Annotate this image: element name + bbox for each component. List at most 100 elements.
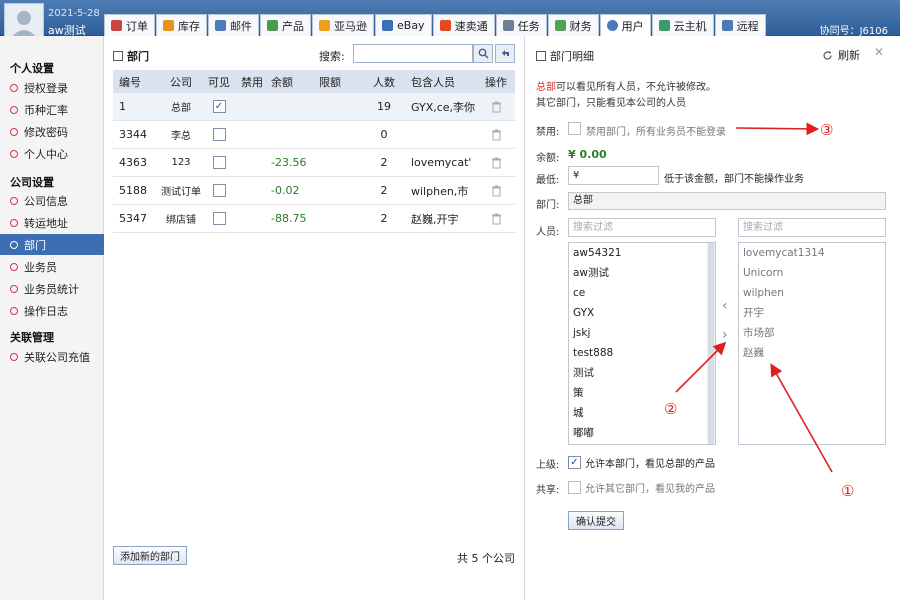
min-amount-input[interactable]: ¥ [568, 166, 659, 185]
list-item[interactable]: 策 [569, 383, 715, 403]
cell-balance: -0.02 [271, 184, 300, 197]
cell-company: 123 [171, 157, 191, 168]
list-item[interactable]: 嘟嘟 [569, 423, 715, 443]
visible-checkbox[interactable] [212, 184, 226, 198]
disable-checkbox[interactable] [568, 122, 581, 135]
list-item[interactable]: test888 [569, 343, 715, 363]
add-department-button[interactable]: 添加新的部门 [113, 546, 187, 565]
column-header[interactable]: 余额 [265, 74, 313, 90]
list-item[interactable]: wilphen [739, 283, 885, 303]
sidebar-item-department[interactable]: 部门 [0, 234, 104, 255]
delete-icon[interactable] [491, 129, 502, 141]
list-item[interactable]: jskj [569, 323, 715, 343]
list-item[interactable]: aw54321 [569, 243, 715, 263]
tab-cloud-host[interactable]: 云主机 [651, 14, 714, 36]
submit-button[interactable]: 确认提交 [568, 511, 624, 530]
tab-orders[interactable]: 订单 [104, 14, 155, 36]
panel-title: 部门明细 [536, 48, 594, 64]
sidebar-item-associated-recharge[interactable]: 关联公司充值 [0, 346, 104, 367]
move-right-arrow-icon[interactable]: › [722, 327, 728, 343]
tab-products[interactable]: 产品 [260, 14, 311, 36]
list-item[interactable]: 开宇 [739, 303, 885, 323]
visible-checkbox[interactable]: ✓ [212, 100, 226, 114]
cell-id: 1 [119, 100, 126, 113]
tab-mail[interactable]: 邮件 [208, 14, 259, 36]
close-icon[interactable]: ✕ [874, 45, 884, 59]
tab-tasks[interactable]: 任务 [495, 14, 547, 36]
column-header[interactable]: 禁用 [235, 74, 265, 90]
cell-company: 总部 [171, 103, 191, 114]
visible-checkbox[interactable] [212, 128, 226, 142]
table-row[interactable]: 4363 123 -23.56 2 lovemycat' [113, 149, 515, 177]
sidebar-item-password[interactable]: 修改密码 [0, 121, 104, 142]
cell-count: 2 [380, 212, 388, 225]
cell-actions [477, 156, 515, 169]
refresh-icon [823, 50, 832, 60]
list-item[interactable]: 赵巍 [739, 343, 885, 363]
refresh-button[interactable]: 刷新 [822, 47, 860, 63]
left-filter-input[interactable]: 搜索过滤 [568, 218, 716, 237]
tab-aliexpress[interactable]: 速卖通 [432, 14, 495, 36]
back-button[interactable] [495, 44, 515, 63]
list-item[interactable]: ce [569, 283, 715, 303]
sidebar-item-salesperson[interactable]: 业务员 [0, 256, 104, 277]
list-item[interactable]: lovemycat1314 [739, 243, 885, 263]
table-header: 编号 公司 可见 禁用 余额 限额 人数 包含人员 操作 [113, 70, 515, 93]
sidebar-heading-association: 关联管理 [10, 331, 54, 344]
sidebar-item-operation-log[interactable]: 操作日志 [0, 300, 104, 321]
column-header[interactable]: 限额 [313, 74, 363, 90]
superior-option[interactable]: ✓ 允许本部门，看见总部的产品 [568, 455, 715, 470]
list-item[interactable]: 市场部 [739, 323, 885, 343]
table-row[interactable]: 5347 绑店铺 -88.75 2 赵巍,开宇 [113, 205, 515, 233]
list-scrollbar[interactable] [707, 243, 715, 444]
search-input[interactable] [353, 44, 473, 63]
share-option[interactable]: 允许其它部门，看见我的产品 [568, 480, 715, 495]
delete-icon[interactable] [491, 157, 502, 169]
department-people-list[interactable]: lovemycat1314 Unicorn wilphen 开宇 市场部 赵巍 [738, 242, 886, 445]
column-header[interactable]: 人数 [363, 74, 405, 90]
ebay-icon [382, 20, 393, 31]
tab-inventory[interactable]: 库存 [156, 14, 207, 36]
column-header[interactable]: 编号 [113, 74, 159, 90]
cell-count: 19 [377, 100, 391, 113]
delete-icon[interactable] [491, 213, 502, 225]
column-header[interactable]: 操作 [477, 74, 515, 90]
list-item[interactable]: 城 [569, 403, 715, 423]
sidebar-item-salesperson-stats[interactable]: 业务员统计 [0, 278, 104, 299]
tab-remote[interactable]: 远程 [714, 14, 766, 36]
sidebar-item-auth-login[interactable]: 授权登录 [0, 77, 104, 98]
search-button[interactable] [473, 44, 493, 63]
table-row[interactable]: 3344 李总 0 [113, 121, 515, 149]
list-item[interactable]: aw测试 [569, 263, 715, 283]
column-header[interactable]: 公司 [159, 74, 203, 90]
delete-icon[interactable] [491, 101, 502, 113]
tab-users[interactable]: 用户 [599, 14, 651, 36]
tab-ebay[interactable]: eBay [375, 14, 432, 36]
right-filter-input[interactable]: 搜索过滤 [738, 218, 886, 237]
department-name-field[interactable]: 总部 [568, 192, 886, 210]
tab-finance[interactable]: 财务 [547, 14, 599, 36]
sidebar-item-company-info[interactable]: 公司信息 [0, 190, 104, 211]
table-row[interactable]: 5188 测试订单 -0.02 2 wilphen,市 [113, 177, 515, 205]
column-header[interactable]: 包含人员 [405, 74, 477, 90]
department-detail-panel: 部门明细 刷新 ✕ 总部可以看见所有人员，不允许被修改。 其它部门，只能看见本公… [526, 36, 900, 600]
visible-checkbox[interactable] [212, 212, 226, 226]
share-checkbox[interactable] [568, 481, 581, 494]
move-left-arrow-icon[interactable]: ‹ [722, 298, 728, 314]
list-item[interactable]: 测试 [569, 363, 715, 383]
scrollbar-thumb[interactable] [708, 243, 714, 444]
list-item[interactable]: GYX [569, 303, 715, 323]
table-row[interactable]: 1 总部 ✓ 19 GYX,ce,李你 [113, 93, 515, 121]
list-item[interactable]: Unicorn [739, 263, 885, 283]
sidebar-item-currency[interactable]: 币种汇率 [0, 99, 104, 120]
available-people-list[interactable]: aw54321 aw测试 ce GYX jskj test888 测试 策 城 … [568, 242, 716, 445]
tab-amazon[interactable]: 亚马逊 [312, 14, 374, 36]
cell-count: 2 [380, 184, 388, 197]
panel-icon [113, 51, 123, 61]
column-header[interactable]: 可见 [203, 74, 235, 90]
sidebar-item-personal-center[interactable]: 个人中心 [0, 143, 104, 164]
visible-checkbox[interactable] [212, 156, 226, 170]
delete-icon[interactable] [491, 185, 502, 197]
superior-checkbox[interactable]: ✓ [568, 456, 581, 469]
sidebar-item-forwarding-address[interactable]: 转运地址 [0, 212, 104, 233]
